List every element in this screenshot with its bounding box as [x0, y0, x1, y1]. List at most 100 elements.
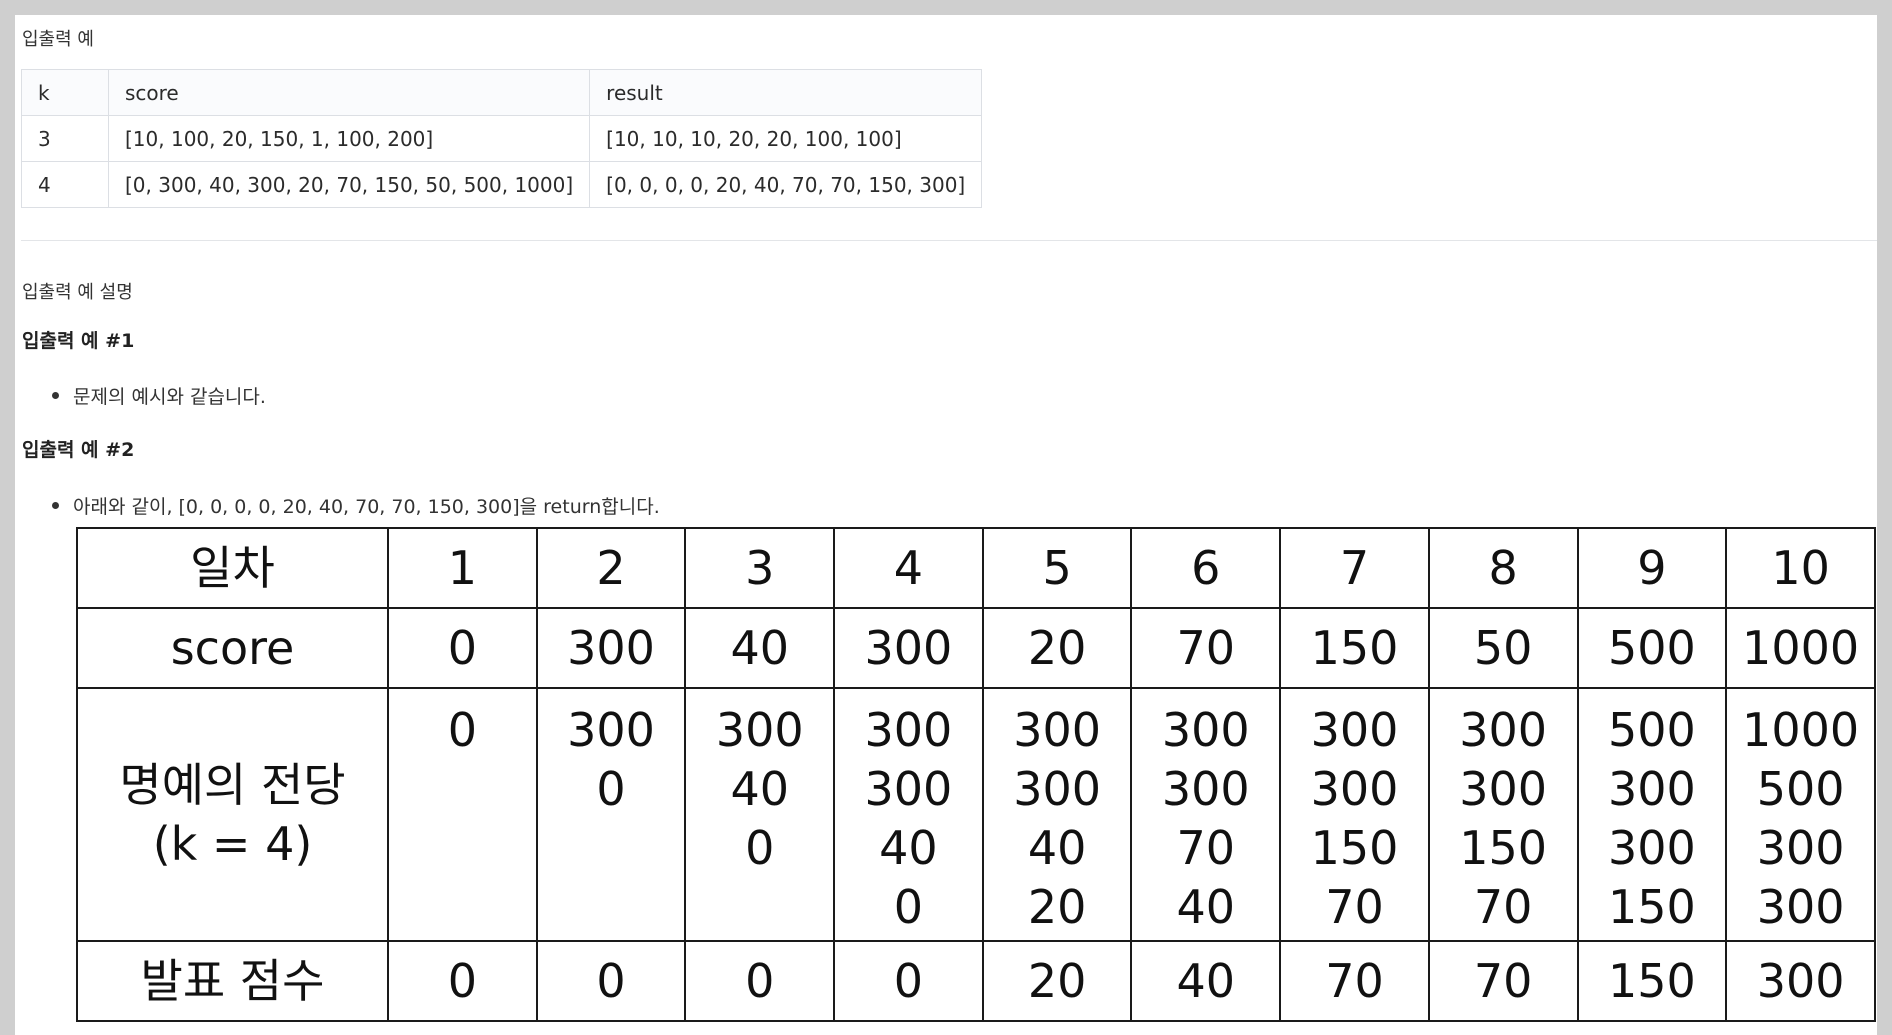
- hall-entry: 300: [1459, 762, 1548, 816]
- io-cell-result: [10, 10, 10, 20, 20, 100, 100]: [589, 115, 983, 162]
- hall-entry: 300: [1310, 762, 1399, 816]
- score-cell: 20: [981, 607, 1133, 689]
- day-cell: 10: [1725, 527, 1876, 609]
- score-cell: 40: [684, 607, 836, 689]
- io-table-header-row: k score result: [21, 69, 983, 116]
- hall-entry: 1000: [1742, 703, 1860, 757]
- io-explanation-title: 입출력 예 설명: [22, 282, 133, 303]
- io-cell-score: [0, 300, 40, 300, 20, 70, 150, 50, 500, …: [107, 161, 591, 208]
- day-cell: 9: [1576, 527, 1728, 609]
- announced-cell: 20: [981, 940, 1133, 1022]
- announced-score-row: 발표 점수 0 0 0 0 20 40 70 70 150 300: [76, 940, 1876, 1022]
- day-row-header: 일차: [76, 527, 389, 609]
- hall-entry: 300: [1756, 821, 1845, 875]
- example2-bullet: 아래와 같이, [0, 0, 0, 0, 20, 40, 70, 70, 150…: [52, 492, 660, 519]
- hall-of-fame-row: 명예의 전당 (k = 4) 0 300 0 300 40 0 300 300 40 0 300 30…: [76, 687, 1876, 942]
- score-cell: 1000: [1725, 607, 1876, 689]
- hall-row-header-line2: (k = 4): [152, 816, 313, 871]
- hall-entry: 70: [1325, 880, 1384, 934]
- table-row: 3 [10, 100, 20, 150, 1, 100, 200] [10, 1…: [21, 115, 983, 162]
- example1-bullet: 문제의 예시와 같습니다.: [52, 382, 266, 409]
- example1-bullet-text: 문제의 예시와 같습니다.: [73, 386, 266, 408]
- day-cell: 3: [684, 527, 836, 609]
- announced-cell: 300: [1725, 940, 1876, 1022]
- hall-cell: 500 300 300 150: [1576, 687, 1728, 942]
- io-col-k: k: [21, 69, 109, 116]
- announced-cell: 150: [1576, 940, 1728, 1022]
- day-cell: 4: [833, 527, 984, 609]
- io-col-score: score: [107, 69, 591, 116]
- day-row: 일차 1 2 3 4 5 6 7 8 9 10: [76, 527, 1876, 609]
- hall-row-header-line1: 명예의 전당: [119, 757, 346, 812]
- io-example-title: 입출력 예: [22, 29, 94, 50]
- announced-cell: 40: [1130, 940, 1282, 1022]
- hall-entry: 150: [1310, 821, 1399, 875]
- announced-cell: 70: [1427, 940, 1579, 1022]
- example2-bullet-text: 아래와 같이, [0, 0, 0, 0, 20, 40, 70, 70, 150…: [73, 496, 660, 518]
- io-cell-k: 4: [21, 161, 109, 208]
- hall-cell: 300 300 150 70: [1427, 687, 1579, 942]
- hall-entry: 300: [864, 762, 953, 816]
- hall-cell: 300 300 40 0: [833, 687, 984, 942]
- hall-entry: 300: [1607, 821, 1696, 875]
- score-cell: 0: [387, 607, 538, 689]
- day-cell: 7: [1279, 527, 1430, 609]
- example1-heading: 입출력 예 #1: [22, 330, 135, 352]
- bullet-dot-icon: [52, 392, 59, 399]
- announced-cell: 0: [684, 940, 836, 1022]
- score-cell: 150: [1279, 607, 1430, 689]
- hall-entry: 20: [1027, 880, 1087, 934]
- hall-entry: 300: [715, 703, 804, 757]
- announced-cell: 0: [535, 940, 687, 1022]
- hall-entry: 40: [1176, 880, 1236, 934]
- hall-cell: 0: [387, 687, 538, 942]
- hall-entry: 300: [1459, 703, 1548, 757]
- hall-entry: 300: [1161, 703, 1250, 757]
- score-row-header: score: [76, 607, 389, 689]
- hall-entry: 150: [1459, 821, 1548, 875]
- section-divider: [21, 240, 1877, 241]
- score-cell: 70: [1130, 607, 1282, 689]
- io-cell-k: 3: [21, 115, 109, 162]
- hall-entry: 300: [1756, 880, 1845, 934]
- hall-entry: 40: [879, 821, 938, 875]
- day-cell: 6: [1130, 527, 1282, 609]
- hall-entry: 300: [567, 703, 655, 757]
- score-cell: 500: [1576, 607, 1728, 689]
- hall-of-fame-table: 일차 1 2 3 4 5 6 7 8 9 10 score 0 300 40 300 20 70 150 50 5…: [76, 527, 1876, 1022]
- hall-entry: 70: [1176, 821, 1236, 875]
- hall-entry: 0: [745, 821, 775, 875]
- io-col-result: result: [589, 69, 983, 116]
- hall-cell: 300 300 150 70: [1279, 687, 1430, 942]
- hall-cell: 300 300 70 40: [1130, 687, 1282, 942]
- day-cell: 5: [981, 527, 1133, 609]
- score-cell: 300: [833, 607, 984, 689]
- hall-entry: 300: [864, 703, 953, 757]
- hall-cell: 300 0: [535, 687, 687, 942]
- score-cell: 300: [535, 607, 687, 689]
- hall-entry: 300: [1013, 703, 1101, 757]
- problem-content: 입출력 예 k score result 3 [10, 100, 20, 150…: [15, 15, 1877, 1035]
- day-cell: 2: [535, 527, 687, 609]
- io-example-table: k score result 3 [10, 100, 20, 150, 1, 1…: [21, 69, 983, 208]
- table-row: 4 [0, 300, 40, 300, 20, 70, 150, 50, 500…: [21, 161, 983, 208]
- hall-entry: 0: [447, 703, 477, 757]
- day-cell: 1: [387, 527, 538, 609]
- hall-entry: 300: [1013, 762, 1101, 816]
- announced-cell: 70: [1279, 940, 1430, 1022]
- hall-entry: 40: [730, 762, 789, 816]
- hall-cell: 300 300 40 20: [981, 687, 1133, 942]
- score-cell: 50: [1427, 607, 1579, 689]
- hall-entry: 40: [1027, 821, 1087, 875]
- score-row: score 0 300 40 300 20 70 150 50 500 1000: [76, 607, 1876, 689]
- announced-cell: 0: [387, 940, 538, 1022]
- hall-entry: 300: [1310, 703, 1399, 757]
- announced-cell: 0: [833, 940, 984, 1022]
- example2-heading: 입출력 예 #2: [22, 439, 135, 461]
- hall-entry: 150: [1607, 880, 1696, 934]
- hall-entry: 500: [1756, 762, 1845, 816]
- hall-entry: 0: [596, 762, 626, 816]
- bullet-dot-icon: [52, 502, 59, 509]
- hall-entry: 300: [1161, 762, 1250, 816]
- hall-cell: 1000 500 300 300: [1725, 687, 1876, 942]
